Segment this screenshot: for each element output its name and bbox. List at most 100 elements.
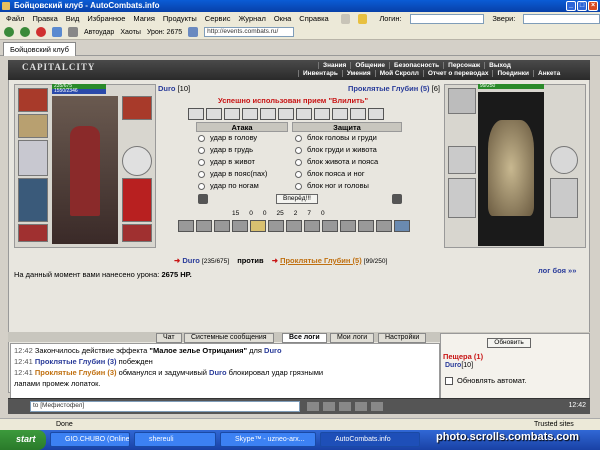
refresh-icon[interactable]: [52, 27, 62, 37]
log-name[interactable]: Duro: [209, 368, 227, 377]
nav-communication[interactable]: Общение: [350, 62, 389, 69]
item-slot-armor[interactable]: [18, 178, 48, 222]
ability-slot[interactable]: [394, 220, 410, 232]
chat-tool-button[interactable]: [370, 401, 384, 412]
item-slot-shield[interactable]: [122, 146, 152, 176]
ability-slot[interactable]: [304, 220, 320, 232]
chat-tool-button[interactable]: [322, 401, 336, 412]
back-icon[interactable]: [4, 27, 14, 37]
nav-knowledge[interactable]: Знания: [318, 62, 350, 69]
skill-slot[interactable]: [278, 108, 294, 120]
autoudar-label[interactable]: Автоудар: [84, 29, 114, 36]
ability-slot[interactable]: [376, 220, 392, 232]
tab-combat-club[interactable]: Бойцовский клуб: [3, 42, 76, 56]
battle-log-link[interactable]: лог боя »»: [538, 266, 576, 275]
chat-input[interactable]: to [Мефистофел]: [30, 401, 300, 412]
haoty-label[interactable]: Хаоты: [120, 29, 141, 36]
skill-slot[interactable]: [242, 108, 258, 120]
ability-slot[interactable]: [232, 220, 248, 232]
nav-my-scroll[interactable]: Мой Скролл: [374, 70, 423, 77]
nav-character[interactable]: Персонаж: [443, 62, 484, 69]
item-slot-legs[interactable]: [122, 178, 152, 222]
taskbar-item-active[interactable]: AutoCombats.info: [320, 432, 420, 447]
skill-slot[interactable]: [332, 108, 348, 120]
filter-icon[interactable]: [188, 27, 199, 37]
defense-option[interactable]: блок головы и груди: [295, 132, 378, 144]
item-slot-belt[interactable]: [18, 224, 48, 242]
ability-slot[interactable]: [358, 220, 374, 232]
ability-slot[interactable]: [214, 220, 230, 232]
attack-option[interactable]: удар в грудь: [198, 144, 267, 156]
nav-inventory[interactable]: Инвентарь: [298, 70, 342, 77]
monster-slot-legs[interactable]: [550, 178, 578, 218]
log-name[interactable]: Duro: [264, 346, 282, 355]
menu-file[interactable]: Файл: [6, 14, 24, 23]
tab-my-logs[interactable]: Мои логи: [330, 333, 375, 343]
minimize-button[interactable]: _: [566, 1, 576, 11]
skill-slot[interactable]: [350, 108, 366, 120]
defense-option[interactable]: блок пояса и ног: [295, 168, 378, 180]
skill-slot[interactable]: [368, 108, 384, 120]
item-slot-gloves[interactable]: [122, 96, 152, 120]
menu-service[interactable]: Сервис: [205, 14, 231, 23]
attack-option[interactable]: удар в голову: [198, 132, 267, 144]
attack-option[interactable]: удар в живот: [198, 156, 267, 168]
defense-radio[interactable]: [295, 182, 302, 190]
ability-slot[interactable]: [178, 220, 194, 232]
monsters-field[interactable]: [523, 13, 600, 24]
nav-skills[interactable]: Умения: [341, 70, 375, 77]
monster-slot-weapon[interactable]: [448, 146, 476, 174]
defense-option[interactable]: блок живота и пояса: [295, 156, 378, 168]
nav-exit[interactable]: Выход: [484, 62, 515, 69]
item-slot-helmet[interactable]: [18, 88, 48, 112]
menu-favorites[interactable]: Избранное: [87, 14, 125, 23]
log-name[interactable]: Проклятые Глубин (3): [35, 368, 117, 377]
ability-slot[interactable]: [196, 220, 212, 232]
monster-slot-shield[interactable]: [550, 146, 578, 174]
menu-edit[interactable]: Правка: [32, 14, 57, 23]
defense-option[interactable]: блок груди и живота: [295, 144, 378, 156]
nav-profile[interactable]: Анкета: [533, 70, 564, 77]
maximize-button[interactable]: □: [577, 1, 587, 11]
nav-fights[interactable]: Поединки: [492, 70, 533, 77]
attack-radio[interactable]: [198, 170, 205, 178]
user-entry[interactable]: Duro[10]: [445, 362, 473, 369]
log-name[interactable]: Проклятые Глубин (3): [35, 357, 117, 366]
defense-radio[interactable]: [295, 158, 302, 166]
defense-radio[interactable]: [295, 146, 302, 154]
menu-view[interactable]: Вид: [66, 14, 80, 23]
attacker-name[interactable]: Duro: [158, 84, 176, 93]
tab-chat[interactable]: Чат: [156, 333, 182, 343]
defense-radio[interactable]: [295, 170, 302, 178]
auto-refresh-checkbox[interactable]: [445, 377, 453, 386]
start-button[interactable]: start: [0, 430, 46, 450]
skill-slot[interactable]: [206, 108, 222, 120]
ability-slot[interactable]: [268, 220, 284, 232]
menu-products[interactable]: Продукты: [163, 14, 197, 23]
vs-right-name[interactable]: Проклятые Глубин (5): [280, 256, 362, 265]
skill-slot[interactable]: [314, 108, 330, 120]
taskbar-item[interactable]: Skype™ - uzneo-arx...: [220, 432, 316, 447]
tools-icon[interactable]: [68, 27, 78, 37]
stop-icon[interactable]: [36, 27, 46, 37]
tab-settings[interactable]: Настройки: [378, 333, 427, 343]
forward-icon[interactable]: [20, 27, 30, 37]
fight-button[interactable]: Вперёд!!!: [276, 194, 318, 204]
refresh-button[interactable]: Обновить: [487, 338, 531, 348]
address-field[interactable]: http://events.combats.ru/: [204, 27, 295, 37]
attack-option[interactable]: удар в пояс(пах): [198, 168, 267, 180]
vs-left-name[interactable]: Duro: [182, 256, 200, 265]
home-icon[interactable]: [340, 13, 351, 24]
monster-slot-helmet[interactable]: [448, 88, 476, 114]
auto-refresh-row[interactable]: Обновлять автомат.: [445, 376, 526, 386]
login-field[interactable]: [409, 13, 485, 24]
defense-option[interactable]: блок ног и головы: [295, 180, 378, 192]
defense-radio[interactable]: [295, 134, 302, 142]
tab-all-logs[interactable]: Все логи: [282, 333, 327, 343]
attack-radio[interactable]: [198, 158, 205, 166]
attack-radio[interactable]: [198, 134, 205, 142]
item-slot-weapon[interactable]: [18, 140, 48, 176]
skill-slot[interactable]: [224, 108, 240, 120]
favorites-icon[interactable]: [358, 13, 368, 24]
chat-tool-button[interactable]: [354, 401, 368, 412]
